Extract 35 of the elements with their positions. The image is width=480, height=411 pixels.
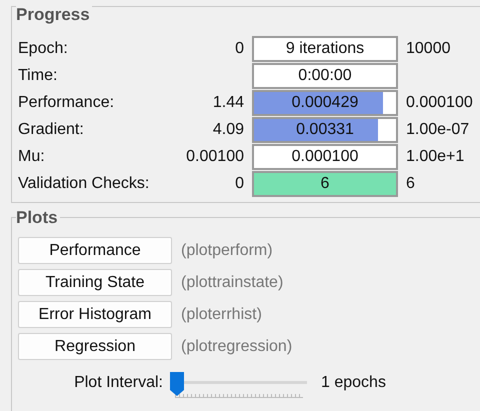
slider-thumb[interactable]: [169, 371, 185, 397]
row-label: Gradient:: [18, 120, 85, 140]
end-value: 10000: [406, 39, 450, 59]
plot-button[interactable]: Regression: [18, 333, 172, 360]
function-name: (ploterrhist): [181, 304, 262, 324]
end-value: 1.00e-07: [406, 120, 470, 140]
plot-interval-slider[interactable]: [169, 370, 307, 400]
start-value: 0.00100: [185, 147, 244, 167]
start-value: 0: [234, 39, 244, 59]
start-value: 4.09: [212, 120, 244, 140]
start-value: 1.44: [212, 93, 244, 113]
end-value: 0.000100: [406, 93, 473, 113]
function-name: (plotperform): [181, 240, 273, 260]
plot-button[interactable]: Error Histogram: [18, 301, 172, 328]
bar-value: 0.00331: [296, 120, 354, 140]
start-value: 0: [234, 174, 244, 194]
function-name: (plottrainstate): [181, 272, 284, 292]
slider-label: Plot Interval:: [73, 373, 163, 393]
row-label: Time:: [18, 66, 58, 86]
plot-button[interactable]: Performance: [18, 237, 172, 264]
row-label: Performance:: [18, 93, 116, 113]
bar-value: 0.000100: [292, 147, 358, 167]
end-value: 1.00e+1: [406, 147, 464, 167]
bar-value: 6: [320, 174, 330, 194]
bar-value: 0:00:00: [298, 66, 352, 86]
function-name: (plotregression): [181, 336, 292, 356]
panel-title: Progress: [16, 4, 92, 26]
end-value: 6: [406, 174, 415, 194]
bar-value: 9 iterations: [286, 39, 364, 59]
row-label: Mu:: [18, 147, 46, 167]
bar-value: 0.000429: [292, 93, 358, 113]
plot-button[interactable]: Training State: [18, 269, 172, 296]
row-label: Validation Checks:: [18, 174, 150, 194]
row-label: Epoch:: [18, 39, 69, 59]
slider-reading: 1 epochs: [321, 373, 386, 393]
